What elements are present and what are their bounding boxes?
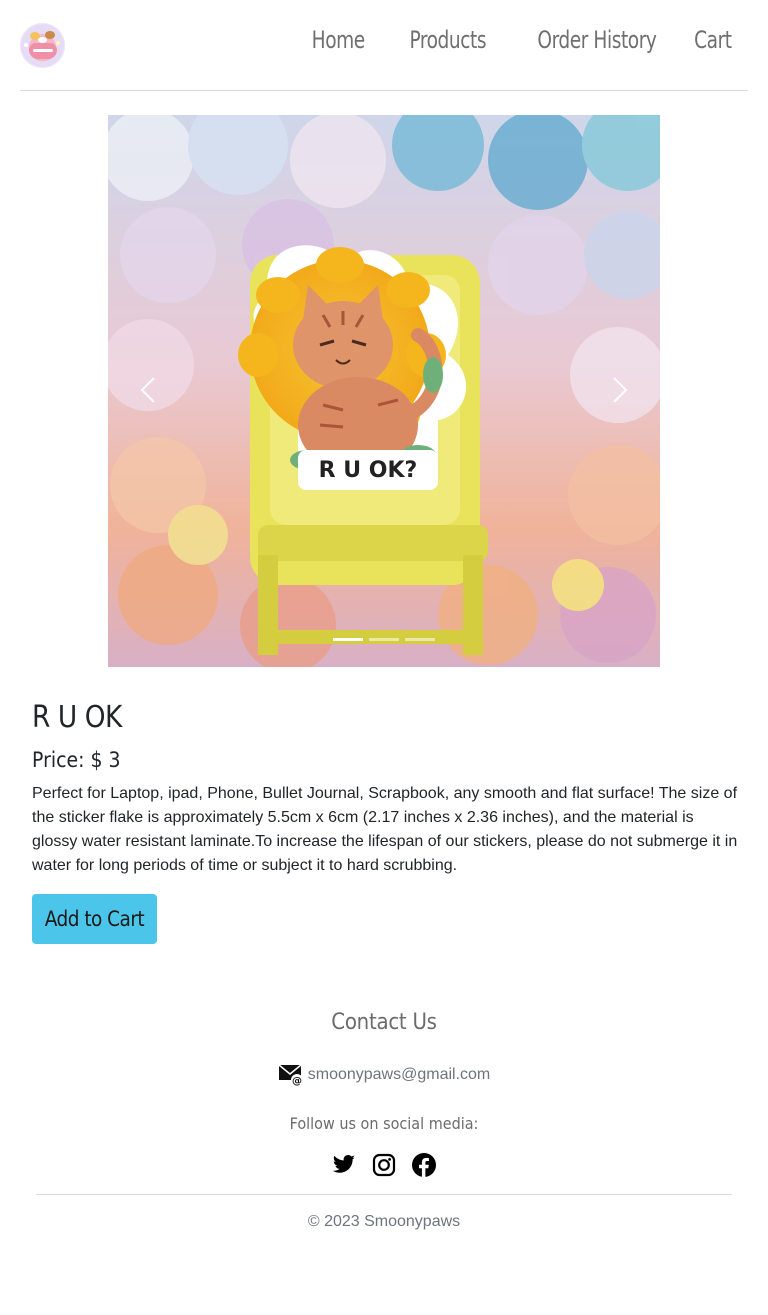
chevron-right-icon [613, 377, 628, 403]
add-to-cart-button[interactable]: Add to Cart [32, 894, 157, 944]
copyright-text: © 2023 Smoonypaws [307, 1213, 461, 1230]
social-links [36, 1152, 732, 1178]
product-title: R U OK [32, 700, 122, 735]
product-image-carousel: R U OK? [108, 115, 660, 667]
instagram-icon [372, 1153, 396, 1177]
email-row: @ smoonypaws@gmail.com [36, 1064, 732, 1086]
product-image: R U OK? [108, 115, 660, 667]
instagram-link[interactable] [372, 1152, 396, 1178]
chevron-left-icon [140, 377, 155, 403]
brand-logo[interactable] [20, 23, 65, 68]
product-price: Price: $ 3 [32, 748, 121, 772]
carousel-indicator-2[interactable] [369, 638, 399, 641]
carousel-indicator-3[interactable] [405, 638, 435, 641]
contact-title: Contact Us [331, 1010, 437, 1035]
twitter-link[interactable] [332, 1152, 356, 1178]
navbar: Home Products Order History Cart [20, 0, 748, 91]
carousel-next-button[interactable] [600, 365, 640, 415]
svg-text:@: @ [292, 1076, 302, 1086]
carousel-prev-button[interactable] [128, 365, 168, 415]
follow-text: Follow us on social media: [289, 1114, 479, 1133]
nav-products-link[interactable]: Products [409, 26, 486, 54]
facebook-icon [412, 1153, 436, 1177]
email-icon: @ [278, 1064, 303, 1086]
nav-cart-link[interactable]: Cart [694, 26, 732, 54]
nav-home-link[interactable]: Home [312, 26, 366, 54]
nav-order-history-link[interactable]: Order History [537, 26, 657, 54]
product-description: Perfect for Laptop, ipad, Phone, Bullet … [32, 785, 738, 874]
contact-email-link[interactable]: smoonypaws@gmail.com [308, 1066, 491, 1084]
carousel-indicator-1[interactable] [333, 638, 363, 641]
sticker-text: R U OK? [319, 458, 418, 483]
nav-links: Home Products Order History Cart [271, 26, 733, 54]
twitter-icon [332, 1155, 355, 1173]
carousel-indicators [108, 638, 660, 641]
add-to-cart-label: Add to Cart [44, 907, 145, 931]
footer-divider [36, 1194, 732, 1195]
product-details: R U OK Price: $ 3 Perfect for Laptop, ip… [32, 700, 740, 944]
facebook-link[interactable] [412, 1152, 436, 1178]
